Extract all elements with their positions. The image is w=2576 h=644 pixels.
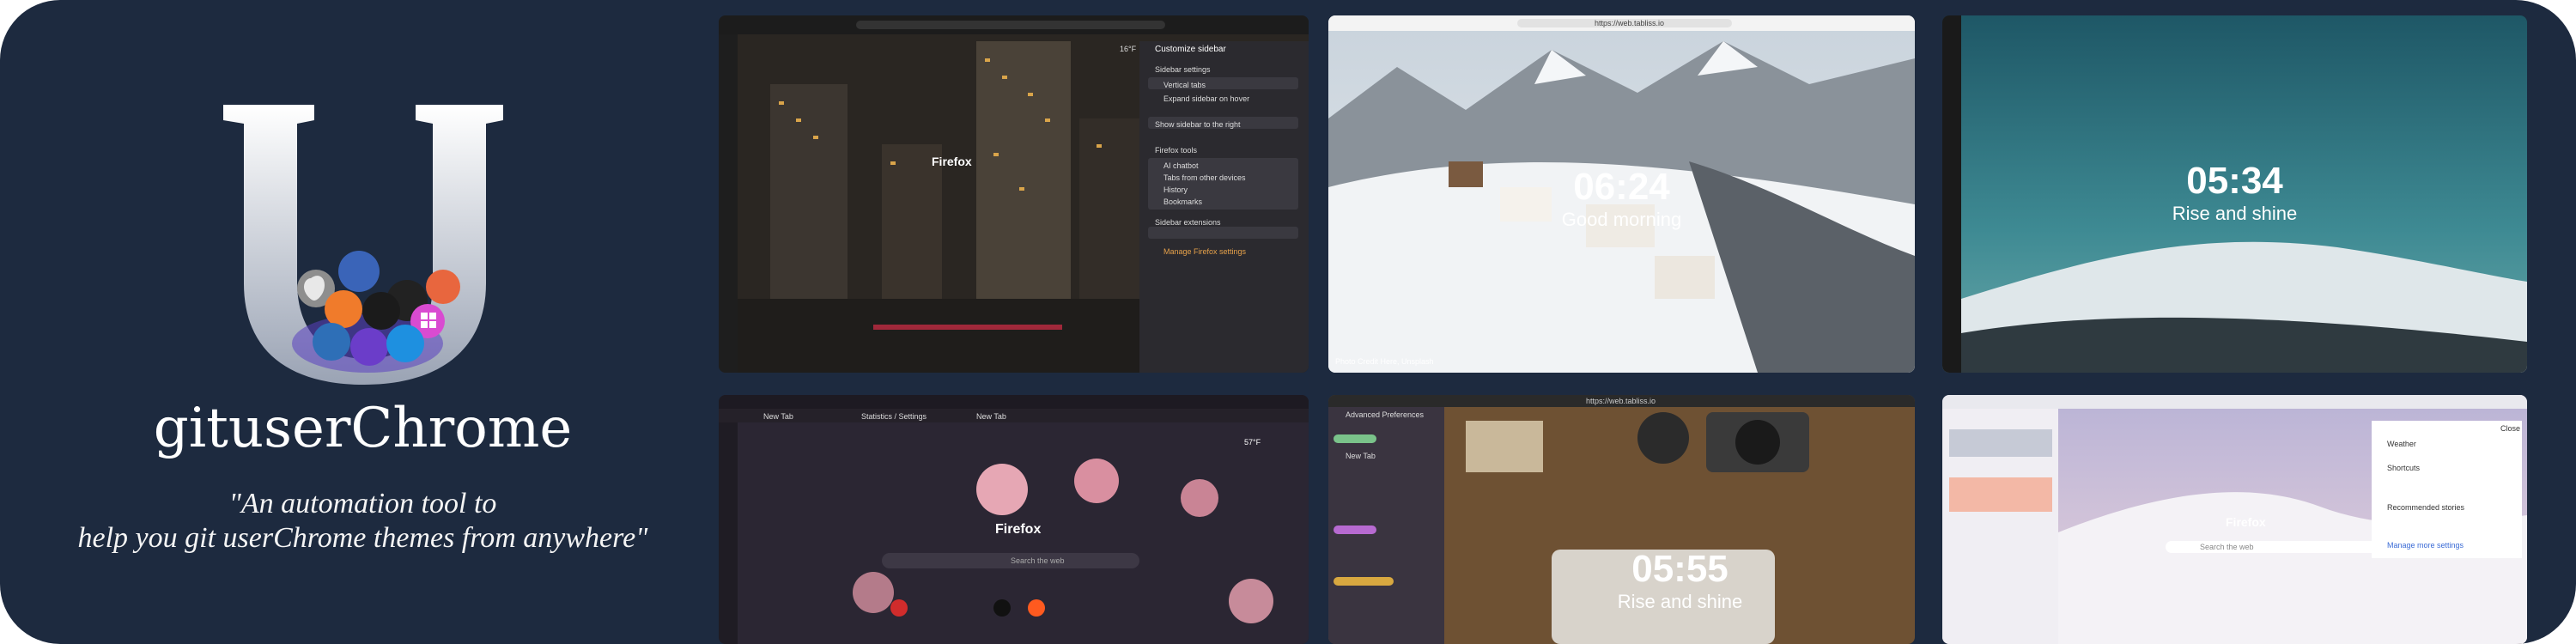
manage-settings-link[interactable]: Manage Firefox settings	[1163, 247, 1246, 256]
panel-item[interactable]: Shortcuts	[2387, 464, 2420, 472]
clock-widget: 06:24 Good morning	[1328, 166, 1915, 231]
sidebar-header: Advanced Preferences	[1346, 410, 1425, 419]
brand-title: gituserChrome	[153, 397, 573, 460]
panel-item[interactable]: Tabs from other devices	[1163, 173, 1246, 182]
tab[interactable]: New Tab	[763, 412, 793, 421]
screenshot-teal-hills[interactable]: 05:34 Rise and shine	[1942, 15, 2527, 373]
weather-readout: 16°F	[1120, 45, 1137, 53]
panel-item[interactable]: AI chatbot	[1163, 161, 1199, 170]
close-button[interactable]: Close	[2500, 424, 2520, 433]
tab[interactable]: Statistics / Settings	[861, 412, 927, 421]
gituserchrome-logo	[223, 105, 503, 385]
brand-tagline-1: "An automation tool to	[228, 488, 497, 519]
panel-item[interactable]: Weather	[2387, 440, 2416, 448]
screenshot-pink-mountains[interactable]: Firefox Search the web Close Weather Sho…	[1942, 395, 2527, 644]
sidebar-panel-title: Customize sidebar	[1155, 45, 1226, 54]
panel-item[interactable]: Vertical tabs	[1163, 81, 1206, 89]
screenshot-city-sidebar[interactable]: Firefox 16°F Customize sidebar Sidebar s…	[719, 15, 1309, 373]
greeting: Good morning	[1561, 209, 1682, 230]
screenshot-desk-camera[interactable]: 05:55 Rise and shine Advanced Preference…	[1328, 395, 1915, 644]
roses-scene	[719, 395, 1309, 644]
screenshot-snow-village[interactable]: 06:24 Good morning https://web.tabliss.i…	[1328, 15, 1915, 373]
panel-item[interactable]: Bookmarks	[1163, 197, 1202, 206]
greeting: Rise and shine	[2172, 203, 2298, 224]
clock-time: 05:34	[2186, 160, 2283, 202]
brand-tagline-2: help you git userChrome themes from anyw…	[77, 522, 648, 554]
panel-item: Firefox tools	[1155, 146, 1198, 155]
panel-item[interactable]: Show sidebar to the right	[1155, 120, 1241, 129]
panel-item[interactable]: History	[1163, 185, 1188, 194]
url-bar[interactable]: https://web.tabliss.io	[1586, 397, 1656, 405]
url-bar[interactable]: https://web.tabliss.io	[1595, 19, 1664, 27]
weather-readout: 57°F	[1244, 438, 1261, 447]
clock-widget: 05:55 Rise and shine	[1387, 548, 1915, 613]
search-input[interactable]: Search the web	[2200, 543, 2254, 551]
panel-item[interactable]: Expand sidebar on hover	[1163, 94, 1249, 103]
clock-widget: 05:34 Rise and shine	[1942, 160, 2527, 225]
screenshot-roses[interactable]: Firefox 57°F Search the web New Tab Stat…	[719, 395, 1309, 644]
panel-item: Sidebar extensions	[1155, 218, 1221, 227]
sidebar-tab[interactable]: New Tab	[1346, 452, 1376, 460]
tab[interactable]: New Tab	[976, 412, 1006, 421]
panel-item[interactable]: Recommended stories	[2387, 503, 2464, 512]
greeting: Rise and shine	[1617, 591, 1743, 612]
firefox-label: Firefox	[932, 155, 972, 168]
banner: gituserChrome "An automation tool to hel…	[0, 0, 2576, 644]
clock-time: 05:55	[1631, 548, 1728, 590]
panel-item: Sidebar settings	[1155, 65, 1211, 74]
manage-settings-link[interactable]: Manage more settings	[2387, 541, 2464, 550]
city-scene	[719, 15, 1309, 373]
search-input[interactable]: Search the web	[1011, 556, 1065, 565]
clock-time: 06:24	[1573, 166, 1670, 208]
firefox-label: Firefox	[2226, 515, 2266, 529]
firefox-label: Firefox	[995, 522, 1042, 537]
photo-credit[interactable]: Photo Credit Here, Unsplash	[1335, 357, 1434, 366]
